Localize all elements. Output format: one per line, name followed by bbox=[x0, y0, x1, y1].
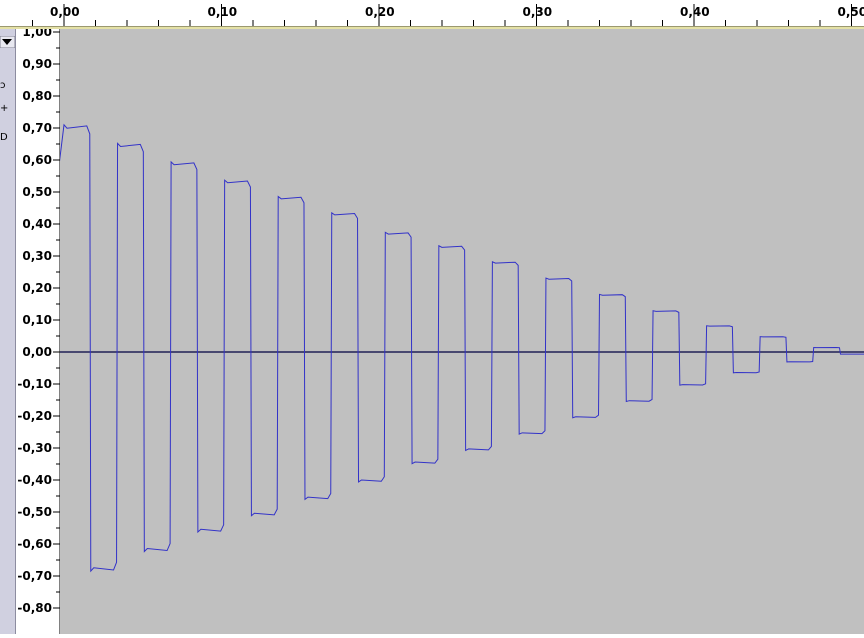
track-menu-button[interactable] bbox=[0, 33, 15, 45]
amplitude-label: 0,80 bbox=[22, 89, 52, 103]
waveform-peak-point bbox=[221, 179, 222, 180]
track-glyph-3[interactable]: D bbox=[0, 133, 8, 143]
amplitude-label: 0,20 bbox=[22, 281, 52, 295]
waveform-series-line bbox=[60, 125, 864, 571]
amplitude-label: -0,60 bbox=[17, 537, 52, 551]
timeline-label: 0,50 bbox=[838, 5, 864, 19]
dropdown-triangle-icon bbox=[0, 36, 15, 48]
amplitude-label: 0,50 bbox=[22, 185, 52, 199]
waveform-peak-point bbox=[410, 239, 411, 240]
waveform-peak-point bbox=[95, 134, 96, 135]
waveform-peak-point bbox=[567, 284, 568, 285]
waveform-peak-point bbox=[378, 230, 379, 231]
track-glyph-2[interactable]: + bbox=[0, 104, 8, 114]
amplitude-label: 0,70 bbox=[22, 121, 52, 135]
waveform-peak-point bbox=[630, 303, 631, 304]
waveform-chart bbox=[60, 29, 864, 634]
amplitude-label: -0,80 bbox=[17, 601, 52, 615]
waveform-peak-point bbox=[693, 323, 694, 324]
amplitude-label: 0,60 bbox=[22, 153, 52, 167]
waveform-peak-point bbox=[504, 265, 505, 266]
timeline-label: 0,00 bbox=[50, 5, 80, 19]
waveform-peak-point bbox=[158, 156, 159, 157]
amplitude-label: -0,10 bbox=[17, 377, 52, 391]
amplitude-label: -0,40 bbox=[17, 473, 52, 487]
amplitude-label: 0,00 bbox=[22, 345, 52, 359]
track-control-panel: ɔ + D bbox=[0, 29, 16, 634]
amplitude-label: 1,00 bbox=[22, 29, 52, 39]
amplitude-label: -0,70 bbox=[17, 569, 52, 583]
amplitude-ruler-svg: 1,00 0,90 0,80 0,70 0,60 0,50 0,40 0,30 0,20 0,10… bbox=[16, 29, 60, 634]
amplitude-label: 0,40 bbox=[22, 217, 52, 231]
waveform-peak-point bbox=[347, 217, 348, 218]
amplitude-label: -0,50 bbox=[17, 505, 52, 519]
waveform-peak-point bbox=[819, 348, 820, 349]
amplitude-label: 0,30 bbox=[22, 249, 52, 263]
waveform-peak-point bbox=[189, 169, 190, 170]
amplitude-label: 0,10 bbox=[22, 313, 52, 327]
waveform-peak-point bbox=[315, 207, 316, 208]
timeline-label: 0,30 bbox=[523, 5, 553, 19]
waveform-peak-point bbox=[788, 342, 789, 343]
waveform-display[interactable] bbox=[60, 29, 864, 634]
waveform-peak-point bbox=[63, 124, 64, 125]
waveform-peak-point bbox=[441, 246, 442, 247]
waveform-peak-point bbox=[851, 350, 852, 351]
timeline-ruler[interactable]: 0,00 0,10 0,20 0,30 0,40 0,50 bbox=[0, 0, 864, 26]
amplitude-label: -0,20 bbox=[17, 409, 52, 423]
timeline-label: 0,40 bbox=[680, 5, 710, 19]
timeline-label: 0,20 bbox=[365, 5, 395, 19]
waveform-peak-point bbox=[284, 198, 285, 199]
amplitude-label: 0,90 bbox=[22, 57, 52, 71]
timeline-label: 0,10 bbox=[208, 5, 238, 19]
timeline-ruler-svg: 0,00 0,10 0,20 0,30 0,40 0,50 bbox=[0, 0, 864, 26]
waveform-peak-point bbox=[252, 188, 253, 189]
waveform-peak-point bbox=[473, 255, 474, 256]
waveform-peak-point bbox=[126, 147, 127, 148]
amplitude-ruler: 1,00 0,90 0,80 0,70 0,60 0,50 0,40 0,30 0,20 0,10… bbox=[16, 29, 60, 634]
amplitude-label: -0,30 bbox=[17, 441, 52, 455]
waveform-peak-point bbox=[662, 313, 663, 314]
waveform-peak-point bbox=[599, 294, 600, 295]
waveform-peak-point bbox=[536, 275, 537, 276]
waveform-peak-point bbox=[725, 329, 726, 330]
track-glyph-1: ɔ bbox=[0, 81, 6, 91]
waveform-peak-point bbox=[756, 335, 757, 336]
